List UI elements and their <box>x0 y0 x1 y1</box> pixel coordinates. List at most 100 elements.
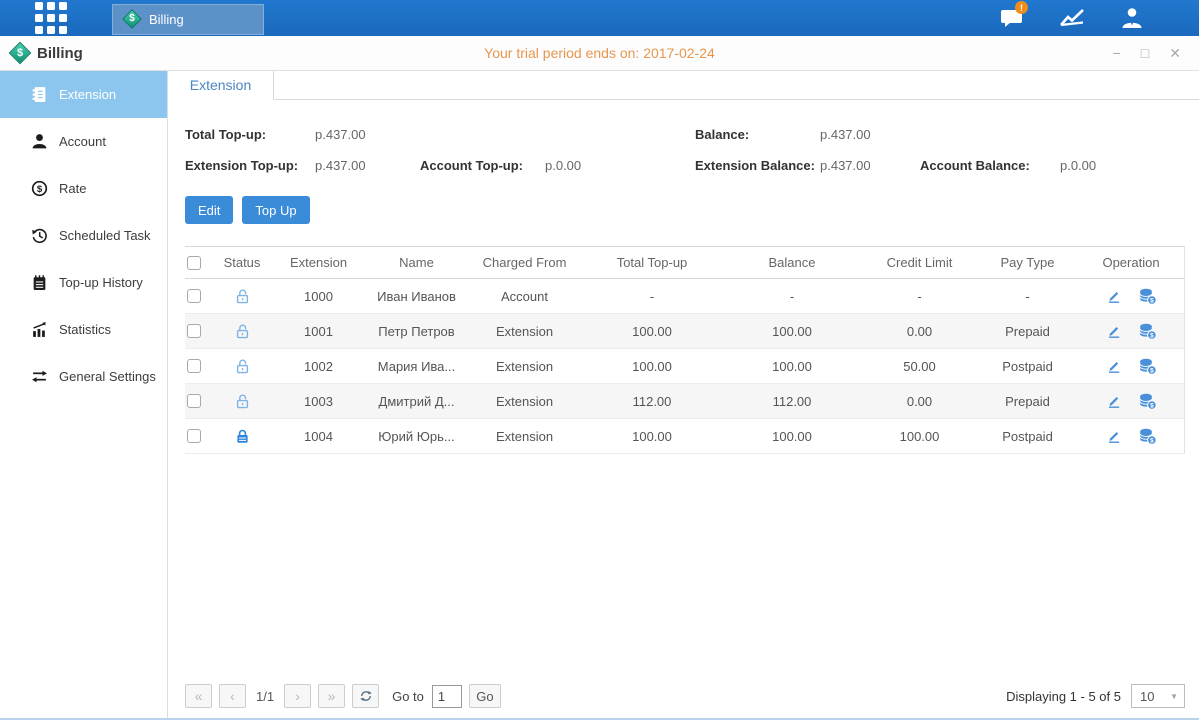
maximize-button[interactable]: □ <box>1141 46 1149 60</box>
row-checkbox[interactable] <box>187 359 201 373</box>
select-all-checkbox[interactable] <box>187 256 201 270</box>
column-header-op: Operation <box>1078 255 1184 270</box>
sidebar-item-scheduled-task[interactable]: Scheduled Task <box>0 212 167 259</box>
table-row: 1002 Мария Ива... Extension 100.00 100.0… <box>185 349 1184 384</box>
pencil-icon <box>1106 288 1122 304</box>
caret-down-icon: ▼ <box>1170 692 1178 701</box>
edit-extension-button[interactable] <box>1106 428 1122 444</box>
sidebar-item-account[interactable]: Account <box>0 118 167 165</box>
pay-type: - <box>977 289 1078 304</box>
page-indicator: 1/1 <box>256 689 274 704</box>
total-topup: - <box>582 289 722 304</box>
svg-text:$: $ <box>1150 297 1154 304</box>
charged-from: Extension <box>467 429 582 444</box>
tab-strip-filler <box>274 71 1199 100</box>
balance: 100.00 <box>722 359 862 374</box>
refresh-button[interactable] <box>352 684 379 708</box>
main-content: Extension Total Top-up: p.437.00 Balance… <box>168 71 1199 718</box>
edit-button[interactable]: Edit <box>185 196 233 224</box>
status-lock-icon <box>234 358 251 375</box>
top-up-button[interactable]: Top Up <box>242 196 309 224</box>
minimize-button[interactable]: − <box>1113 46 1121 60</box>
table-row: 1001 Петр Петров Extension 100.00 100.00… <box>185 314 1184 349</box>
topup-extension-button[interactable]: $ <box>1138 288 1157 305</box>
goto-page-input[interactable] <box>432 685 462 708</box>
apps-grid-icon[interactable] <box>35 2 67 34</box>
application-window: $ Billing ! <box>0 0 1199 720</box>
row-checkbox[interactable] <box>187 324 201 338</box>
row-checkbox[interactable] <box>187 394 201 408</box>
go-button[interactable]: Go <box>469 684 501 708</box>
extension-number: 1004 <box>271 429 366 444</box>
coins-icon: $ <box>1138 428 1157 445</box>
sidebar-item-extension[interactable]: Extension <box>0 71 167 118</box>
credit-limit: 0.00 <box>862 394 977 409</box>
general-settings-icon <box>31 368 48 385</box>
sidebar-item-label: Scheduled Task <box>59 228 151 243</box>
account-topup-value: p.0.00 <box>545 158 581 173</box>
pay-type: Postpaid <box>977 359 1078 374</box>
extension-icon <box>31 86 48 103</box>
taskbar-tab-billing[interactable]: $ Billing <box>112 4 264 35</box>
edit-extension-button[interactable] <box>1106 358 1122 374</box>
svg-text:$: $ <box>1150 332 1154 339</box>
pencil-icon <box>1106 358 1122 374</box>
extension-topup-value: p.437.00 <box>315 158 420 173</box>
topup-extension-button[interactable]: $ <box>1138 358 1157 375</box>
pencil-icon <box>1106 428 1122 444</box>
topup-extension-button[interactable]: $ <box>1138 323 1157 340</box>
charged-from: Extension <box>467 394 582 409</box>
prev-page-button[interactable]: ‹ <box>219 684 246 708</box>
extension-number: 1002 <box>271 359 366 374</box>
sidebar-item-topup-history[interactable]: Top-up History <box>0 259 167 306</box>
sidebar-item-statistics[interactable]: Statistics <box>0 306 167 353</box>
pay-type: Prepaid <box>977 394 1078 409</box>
user-menu-button[interactable] <box>1115 3 1149 33</box>
credit-limit: 0.00 <box>862 324 977 339</box>
pagination-bar: « ‹ 1/1 › » Go to Go Displaying <box>185 676 1185 718</box>
svg-text:$: $ <box>1150 402 1154 409</box>
page-size-select[interactable]: 10 ▼ <box>1131 684 1185 708</box>
tab-extension[interactable]: Extension <box>168 71 274 100</box>
column-header-credit: Credit Limit <box>862 255 977 270</box>
sidebar-item-rate[interactable]: $ Rate <box>0 165 167 212</box>
extension-name: Иван Иванов <box>366 289 467 304</box>
table-row: 1003 Дмитрий Д... Extension 112.00 112.0… <box>185 384 1184 419</box>
topbar-right-icons: ! <box>995 3 1199 33</box>
charged-from: Extension <box>467 359 582 374</box>
topup-extension-button[interactable]: $ <box>1138 428 1157 445</box>
window-title: Billing <box>37 45 83 62</box>
next-page-button[interactable]: › <box>284 684 311 708</box>
sidebar-item-label: General Settings <box>59 369 156 384</box>
edit-extension-button[interactable] <box>1106 288 1122 304</box>
column-header-status: Status <box>213 255 271 270</box>
total-topup: 100.00 <box>582 429 722 444</box>
sidebar-item-general-settings[interactable]: General Settings <box>0 353 167 400</box>
row-checkbox[interactable] <box>187 429 201 443</box>
charged-from: Account <box>467 289 582 304</box>
topup-extension-button[interactable]: $ <box>1138 393 1157 410</box>
trial-notice: Your trial period ends on: 2017-02-24 <box>0 45 1199 61</box>
goto-label: Go to <box>392 689 424 704</box>
notifications-button[interactable]: ! <box>995 3 1029 33</box>
notification-badge: ! <box>1015 1 1028 14</box>
first-page-button[interactable]: « <box>185 684 212 708</box>
billing-app-icon: $ <box>122 9 142 29</box>
displaying-range: Displaying 1 - 5 of 5 <box>1006 689 1121 704</box>
pencil-icon <box>1106 393 1122 409</box>
system-topbar: $ Billing ! <box>0 0 1199 36</box>
edit-extension-button[interactable] <box>1106 393 1122 409</box>
svg-text:$: $ <box>37 184 43 195</box>
window-titlebar: $ Billing Your trial period ends on: 201… <box>0 36 1199 71</box>
close-button[interactable]: ✕ <box>1169 46 1181 60</box>
extension-name: Дмитрий Д... <box>366 394 467 409</box>
last-page-button[interactable]: » <box>318 684 345 708</box>
edit-extension-button[interactable] <box>1106 323 1122 339</box>
pay-type: Postpaid <box>977 429 1078 444</box>
balance: 100.00 <box>722 324 862 339</box>
coins-icon: $ <box>1138 288 1157 305</box>
svg-text:$: $ <box>1150 437 1154 444</box>
monitor-button[interactable] <box>1055 3 1089 33</box>
window-controls: − □ ✕ <box>1113 46 1199 60</box>
row-checkbox[interactable] <box>187 289 201 303</box>
